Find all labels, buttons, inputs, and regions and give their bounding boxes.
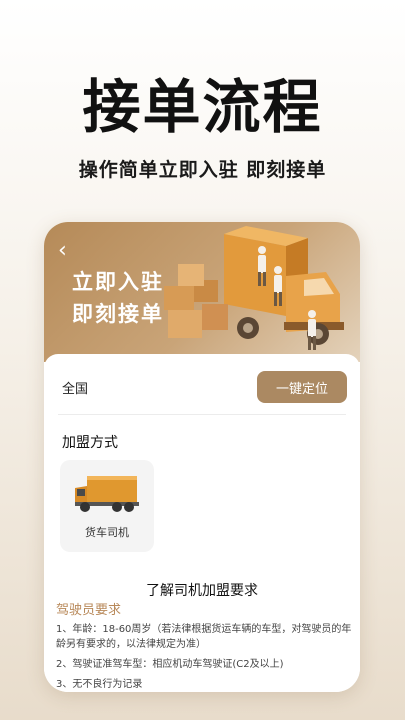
banner-line-1: 立即入驻 [72, 270, 164, 294]
divider [58, 414, 346, 415]
locate-button[interactable]: 一键定位 [257, 371, 347, 403]
boxes-illustration [164, 264, 228, 338]
banner: ‹ 立即入驻 即刻接单 [44, 222, 360, 362]
content-sheet: 全国 一键定位 加盟方式 货车司机 了解司机加盟要求 驾驶员要求 1、年龄：18… [44, 354, 360, 692]
truck-illustration [224, 226, 344, 345]
banner-line-2: 即刻接单 [72, 302, 164, 326]
join-option-truck-driver[interactable]: 货车司机 [60, 460, 154, 552]
delivery-illustration [164, 226, 344, 350]
requirement-item: 2、驾驶证准驾车型：相应机动车驾驶证(C2及以上) [56, 659, 284, 670]
location-row: 全国 一键定位 [44, 354, 360, 410]
region-label[interactable]: 全国 [62, 378, 88, 397]
requirement-item: 1、年龄：18-60周岁（若法律根据货运车辆的车型，对驾驶员的年龄另有要求的，以… [56, 624, 352, 650]
join-section-title: 加盟方式 [62, 435, 118, 451]
truck-icon [75, 476, 139, 512]
requirements-list: 1、年龄：18-60周岁（若法律根据货运车辆的车型，对驾驶员的年龄另有要求的，以… [56, 622, 352, 692]
requirements-title: 了解司机加盟要求 [146, 583, 258, 599]
requirement-item: 3、无不良行为记录 [56, 679, 143, 690]
back-button[interactable]: ‹ [58, 240, 67, 262]
hero-subtitle: 操作简单立即入驻 即刻接单 [78, 159, 327, 181]
phone-screen: ‹ 立即入驻 即刻接单 全国 一键定位 加盟方式 货车司机 了解司机加盟要求 驾… [44, 222, 360, 692]
hero-title: 接单流程 [82, 73, 323, 141]
requirements-subtitle: 驾驶员要求 [56, 603, 122, 618]
chevron-left-icon: ‹ [58, 238, 67, 263]
join-option-label: 货车司机 [85, 526, 129, 539]
